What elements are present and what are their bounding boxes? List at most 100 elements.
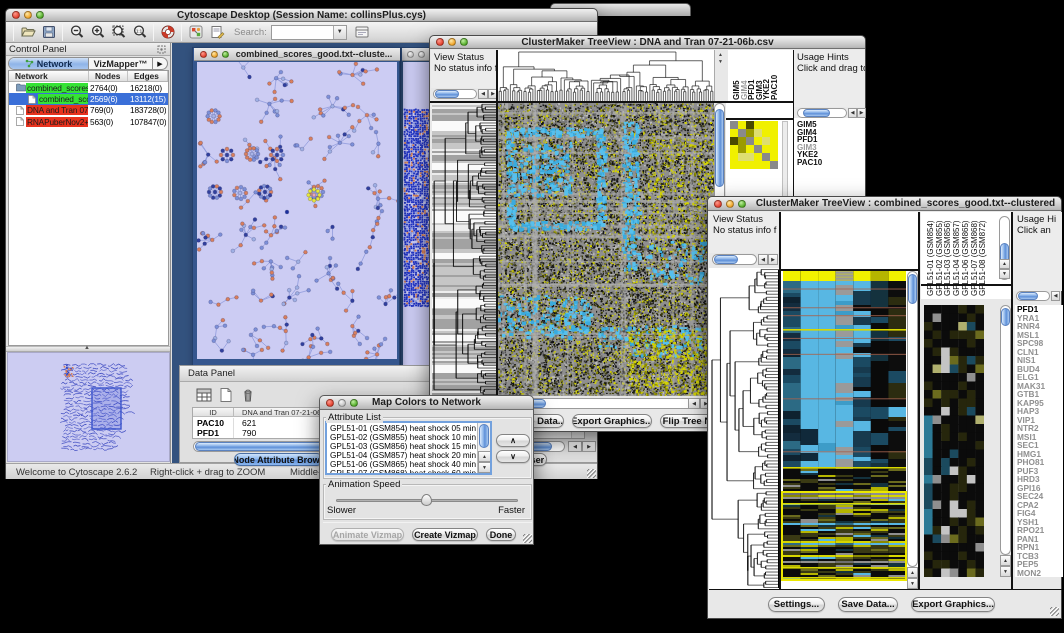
attribute-list-item[interactable]: GPL51-07 (GSM868) heat shock 60 min <box>327 469 490 475</box>
usage-hscrollbar[interactable] <box>797 108 847 118</box>
scroll-left-button[interactable]: ◀ <box>478 89 488 99</box>
main-titlebar[interactable]: Cytoscape Desktop (Session Name: collins… <box>6 9 597 22</box>
scroll-up-button[interactable]: ▲ <box>999 259 1010 269</box>
scroll-down-button[interactable]: ▼ <box>718 59 723 65</box>
attribute-list-item[interactable]: GPL51-06 (GSM865) heat shock 40 min <box>327 460 490 469</box>
column-header-id[interactable]: ID <box>193 408 234 416</box>
resize-grip[interactable] <box>587 469 596 478</box>
close-button[interactable] <box>407 51 414 58</box>
scroll-left-button[interactable]: ◀ <box>758 254 768 265</box>
attribute-listbox[interactable]: GPL51-01 (GSM854) heat shock 05 minGPL51… <box>325 421 492 475</box>
minimize-button[interactable] <box>726 200 734 208</box>
zoom-button[interactable] <box>350 399 358 407</box>
search-dropdown-arrow-icon[interactable]: ▼ <box>333 26 346 39</box>
open-file-icon[interactable] <box>20 24 36 40</box>
tab-overflow-arrow[interactable]: ▶ <box>153 58 167 69</box>
network-list-row[interactable]: combined_scores_2764(0)16218(0) <box>9 82 168 93</box>
column-header-nodes[interactable]: Nodes <box>89 71 128 81</box>
annotation-icon[interactable] <box>209 24 225 40</box>
create-attribute-icon[interactable] <box>216 385 235 404</box>
heatmap-vscrollbar[interactable] <box>907 271 918 567</box>
close-button[interactable] <box>12 11 20 19</box>
network-list-row[interactable]: RNAPuberNov2+!563(0)107847(0) <box>9 116 168 127</box>
usage-hscrollbar-thumb[interactable] <box>803 109 830 117</box>
zoom-heatmap[interactable] <box>924 305 984 577</box>
move-down-button[interactable]: ∨ <box>496 450 530 463</box>
scroll-up-button[interactable]: ▲ <box>1000 555 1011 566</box>
attribute-select-icon[interactable] <box>194 385 213 404</box>
zoom-button[interactable] <box>36 11 44 19</box>
minimize-button[interactable] <box>24 11 32 19</box>
scroll-right-button[interactable]: ▶ <box>857 108 866 118</box>
delete-attribute-icon[interactable] <box>238 385 257 404</box>
column-header-edges[interactable]: Edges <box>128 71 168 81</box>
zoom-vscrollbar-thumb[interactable] <box>1001 308 1010 326</box>
zoom-fit-icon[interactable] <box>111 24 127 40</box>
animate-vizmap-button[interactable]: Animate Vizmap <box>331 528 404 541</box>
scroll-left-button[interactable]: ◀ <box>1051 291 1060 301</box>
zoom-button[interactable] <box>738 200 746 208</box>
treeview2-titlebar[interactable]: ClusterMaker TreeView : combined_scores_… <box>708 197 1061 211</box>
network-list-row[interactable]: DNA and Tran 07769(0)183728(0) <box>9 105 168 116</box>
zoom-heatmap[interactable] <box>730 121 778 169</box>
attribute-list-item[interactable]: GPL51-01 (GSM854) heat shock 05 min <box>327 424 490 433</box>
network-overview-panel[interactable] <box>7 352 170 462</box>
minimize-button[interactable] <box>418 51 425 58</box>
network-list-row[interactable]: combined_sco2569(6)13112(15) <box>9 93 168 104</box>
export-graphics-button[interactable]: Export Graphics... <box>572 414 652 428</box>
status-hscrollbar-thumb[interactable] <box>435 90 459 98</box>
export-graphics-button[interactable]: Export Graphics... <box>911 597 995 612</box>
save-data-button[interactable]: Save Data... <box>838 597 898 612</box>
row-dendrogram[interactable] <box>432 103 496 396</box>
create-vizmap-button[interactable]: Create Vizmap <box>412 528 478 541</box>
attribute-list-vscrollbar-thumb[interactable] <box>479 424 489 448</box>
scroll-right-button[interactable]: ▶ <box>582 441 596 452</box>
close-button[interactable] <box>436 38 444 46</box>
zoom-out-icon[interactable] <box>69 24 85 40</box>
heatmap-selection-rect[interactable] <box>781 491 907 581</box>
scroll-down-button[interactable]: ▼ <box>478 462 491 473</box>
column-dendrogram[interactable] <box>498 50 714 101</box>
resize-grip[interactable] <box>1050 607 1059 616</box>
column-header-attr[interactable]: DNA and Tran 07-21-06b <box>234 408 325 416</box>
zoom-button[interactable] <box>222 51 229 58</box>
scroll-left-button[interactable]: ◀ <box>688 398 700 409</box>
row-dendrogram[interactable] <box>709 268 779 589</box>
zoom-vscrollbar[interactable] <box>1000 305 1011 555</box>
move-up-button[interactable]: ∧ <box>496 434 530 447</box>
attribute-list-item[interactable]: GPL51-04 (GSM857) heat shock 20 min <box>327 451 490 460</box>
scroll-down-button[interactable]: ▼ <box>999 269 1010 279</box>
scroll-left-button[interactable]: ◀ <box>568 441 582 452</box>
life-ring-icon[interactable] <box>160 24 176 40</box>
heatmap-vscrollbar-thumb[interactable] <box>715 109 724 187</box>
heatmap-vscrollbar-thumb[interactable] <box>908 274 917 304</box>
usage-hscrollbar[interactable] <box>1016 291 1050 301</box>
attribute-list-item[interactable]: GPL51-02 (GSM855) heat shock 10 min <box>327 433 490 442</box>
network-graph-canvas[interactable] <box>197 62 397 359</box>
global-heatmap[interactable] <box>498 103 714 396</box>
speed-slider-thumb[interactable] <box>421 494 432 506</box>
tab-vizmapper[interactable]: VizMapper™ <box>89 58 153 69</box>
zoom-in-icon[interactable] <box>90 24 106 40</box>
dialog-titlebar[interactable]: Map Colors to Network <box>320 396 533 410</box>
network-canvas[interactable] <box>197 62 397 359</box>
resize-grip[interactable] <box>523 534 532 543</box>
divider-collapse-arrow-icon[interactable]: ▲ <box>84 345 90 351</box>
search-combobox[interactable]: ▼ <box>271 25 347 40</box>
usage-hscrollbar-thumb[interactable] <box>1018 292 1038 300</box>
tab-node-attribute-browser[interactable]: Node Attribute Brows <box>234 453 323 466</box>
attribute-list-item[interactable]: GPL51-03 (GSM856) heat shock 15 min <box>327 442 490 451</box>
network-view-window[interactable]: combined_scores_good.txt--cluste... <box>192 47 400 370</box>
save-session-icon[interactable] <box>41 24 57 40</box>
float-panel-icon[interactable] <box>157 45 166 54</box>
scroll-down-button[interactable]: ▼ <box>1000 566 1011 577</box>
scroll-down-button[interactable]: ▼ <box>907 578 918 589</box>
status-hscrollbar[interactable] <box>433 89 477 99</box>
close-button[interactable] <box>714 200 722 208</box>
scroll-left-button[interactable]: ◀ <box>848 108 857 118</box>
attribute-list-vscrollbar[interactable]: ▲ ▼ <box>477 423 490 473</box>
tab-network[interactable]: Network <box>9 58 89 69</box>
treeview1-titlebar[interactable]: ClusterMaker TreeView : DNA and Tran 07-… <box>430 36 865 49</box>
network-new-icon[interactable] <box>188 24 204 40</box>
scroll-up-button[interactable]: ▲ <box>907 567 918 578</box>
